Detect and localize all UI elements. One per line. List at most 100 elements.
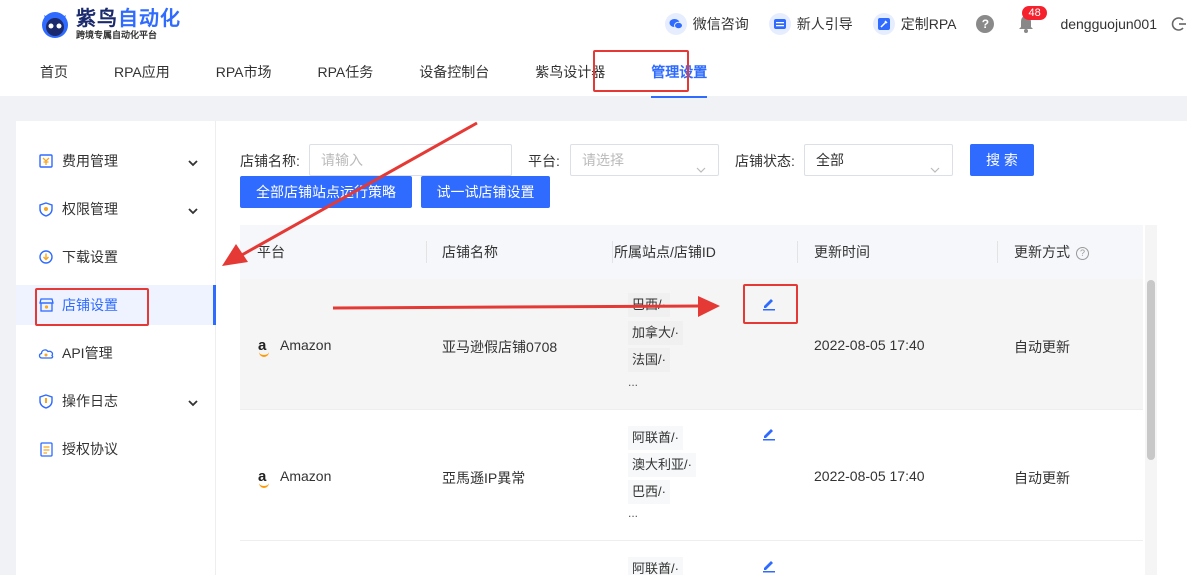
shop-status-label: 店铺状态: [735, 153, 795, 169]
amazon-logo-icon: a [258, 468, 272, 488]
column-divider [797, 241, 798, 263]
info-icon[interactable]: ? [1076, 247, 1089, 260]
all-sites-strategy-button[interactable]: 全部店铺站点运行策略 [240, 176, 412, 208]
sidebar-item-license[interactable]: 授权协议 [16, 429, 216, 469]
download-icon [38, 249, 54, 265]
username[interactable]: dengguojun001 [1060, 16, 1157, 32]
chevron-down-icon [696, 155, 706, 173]
sidebar-item-label: API管理 [62, 345, 113, 361]
nav-annotation-box [593, 50, 689, 92]
sidebar-item-fee[interactable]: 费用管理 [16, 141, 216, 181]
shop-table: 平台 店铺名称 所属站点/店铺ID 更新时间 更新方式? a Amazon 亚马逊… [240, 225, 1143, 575]
new-user-guide-link[interactable]: 新人引导 [768, 13, 853, 35]
try-shop-settings-button[interactable]: 试一试店铺设置 [421, 176, 550, 208]
shop-status-select[interactable]: 全部 [804, 144, 953, 176]
column-divider [612, 241, 613, 263]
custom-rpa-link[interactable]: 定制RPA [872, 13, 957, 35]
site-chip: 巴西/· [628, 480, 670, 504]
sidebar-item-label: 费用管理 [62, 153, 118, 169]
sidebar-item-label: 授权协议 [62, 441, 118, 457]
bird-logo-icon [40, 9, 70, 39]
column-divider [997, 241, 998, 263]
edit-icon[interactable] [761, 557, 777, 573]
nav-rpa-apps[interactable]: RPA应用 [114, 52, 170, 96]
wechat-consult-label: 微信咨询 [692, 16, 749, 32]
notification-badge: 48 [1022, 6, 1047, 20]
table-row[interactable]: 阿联酋/· [240, 541, 1143, 575]
chevron-down-icon[interactable] [188, 395, 198, 407]
scrollbar-thumb[interactable] [1147, 280, 1155, 460]
shop-name-cell: 亞馬遜IP異常 [442, 470, 526, 486]
sidebar-item-download[interactable]: 下载设置 [16, 237, 216, 277]
custom-rpa-label: 定制RPA [900, 16, 957, 32]
sites-cell: 阿联酋/· 澳大利亚/· 巴西/· ... [628, 426, 778, 536]
site-chip: 加拿大/· [628, 321, 683, 345]
sites-cell: 阿联酋/· [628, 557, 778, 575]
top-right-bar: 微信咨询 新人引导 定制RPA ? 48 dengguojun001 [664, 6, 1187, 36]
more-sites: ... [628, 375, 639, 389]
amazon-logo-icon: a [258, 337, 272, 357]
platform-name: Amazon [280, 337, 332, 353]
logo-name: 紫鸟自动化 [76, 8, 181, 30]
site-chip: 阿联酋/· [628, 557, 683, 575]
logo-subtitle: 跨境专属自动化平台 [76, 30, 158, 40]
shop-status-value: 全部 [816, 152, 844, 168]
sidebar-item-label: 权限管理 [62, 201, 118, 217]
document-icon [38, 441, 54, 457]
wechat-icon [664, 13, 687, 35]
logo[interactable]: 紫鸟自动化 跨境专属自动化平台 [40, 8, 181, 40]
sidebar-item-label: 下载设置 [62, 249, 118, 265]
shop-name-input[interactable]: 请输入 [309, 144, 512, 176]
platform-label: 平台: [528, 153, 560, 169]
site-chip: 澳大利亚/· [628, 453, 696, 477]
sidebar: 费用管理 权限管理 下载设置 店铺设置 API管理 操作日志 授权协议 [16, 121, 216, 575]
sidebar-item-label: 操作日志 [62, 393, 118, 409]
column-update-method-label: 更新方式 [1014, 244, 1070, 260]
column-platform: 平台 [257, 244, 285, 260]
platform-select[interactable]: 请选择 [570, 144, 719, 176]
chevron-down-icon[interactable] [188, 203, 198, 215]
wechat-consult-link[interactable]: 微信咨询 [664, 13, 749, 35]
chevron-down-icon [930, 155, 940, 173]
site-chip: 阿联酋/· [628, 426, 683, 450]
shield-icon [38, 393, 54, 409]
column-site-shop-id: 所属站点/店铺ID [614, 244, 716, 260]
help-icon[interactable]: ? [976, 15, 995, 33]
update-time-cell: 2022-08-05 17:40 [814, 468, 925, 484]
platform-name: Amazon [280, 468, 332, 484]
column-divider [426, 241, 427, 263]
notification-bell-icon[interactable]: 48 [1018, 6, 1047, 33]
main-panel: 店铺名称: 请输入 平台: 请选择 店铺状态: 全部 搜 索 全部店铺站点运行策… [216, 121, 1187, 575]
shield-icon [38, 201, 54, 217]
sidebar-annotation-box [35, 288, 149, 326]
sidebar-item-operation-log[interactable]: 操作日志 [16, 381, 216, 421]
column-update-time: 更新时间 [814, 244, 870, 260]
more-sites: ... [628, 506, 639, 520]
site-chip: 法国/· [628, 348, 670, 372]
search-button[interactable]: 搜 索 [970, 144, 1034, 176]
cloud-icon [38, 345, 54, 361]
guide-icon [768, 13, 791, 35]
update-time-cell: 2022-08-05 17:40 [814, 337, 925, 353]
nav-rpa-tasks[interactable]: RPA任务 [318, 52, 374, 96]
sidebar-item-permission[interactable]: 权限管理 [16, 189, 216, 229]
table-row[interactable]: a Amazon 亚马逊假店铺0708 巴西/· 加拿大/· 法国/· ... 2… [240, 279, 1143, 410]
update-method-cell: 自动更新 [1014, 470, 1070, 486]
edit-annotation-box [743, 284, 798, 324]
nav-device-console[interactable]: 设备控制台 [419, 52, 489, 96]
fee-icon [38, 153, 54, 169]
edit-icon[interactable] [761, 425, 777, 441]
update-method-cell: 自动更新 [1014, 339, 1070, 355]
table-row[interactable]: a Amazon 亞馬遜IP異常 阿联酋/· 澳大利亚/· 巴西/· ... 20… [240, 410, 1143, 541]
top-header: 紫鸟自动化 跨境专属自动化平台 微信咨询 新人引导 定制RPA ? 48 den… [0, 0, 1187, 98]
platform-cell: a Amazon [258, 468, 332, 488]
column-update-method: 更新方式? [1014, 225, 1089, 279]
table-header: 平台 店铺名称 所属站点/店铺ID 更新时间 更新方式? [240, 225, 1143, 279]
site-chip: 巴西/· [628, 293, 670, 317]
new-user-guide-label: 新人引导 [796, 16, 853, 32]
logout-icon[interactable] [1171, 16, 1187, 32]
chevron-down-icon[interactable] [188, 155, 198, 167]
sidebar-item-api[interactable]: API管理 [16, 333, 216, 373]
nav-rpa-market[interactable]: RPA市场 [216, 52, 272, 96]
nav-home[interactable]: 首页 [40, 52, 68, 96]
